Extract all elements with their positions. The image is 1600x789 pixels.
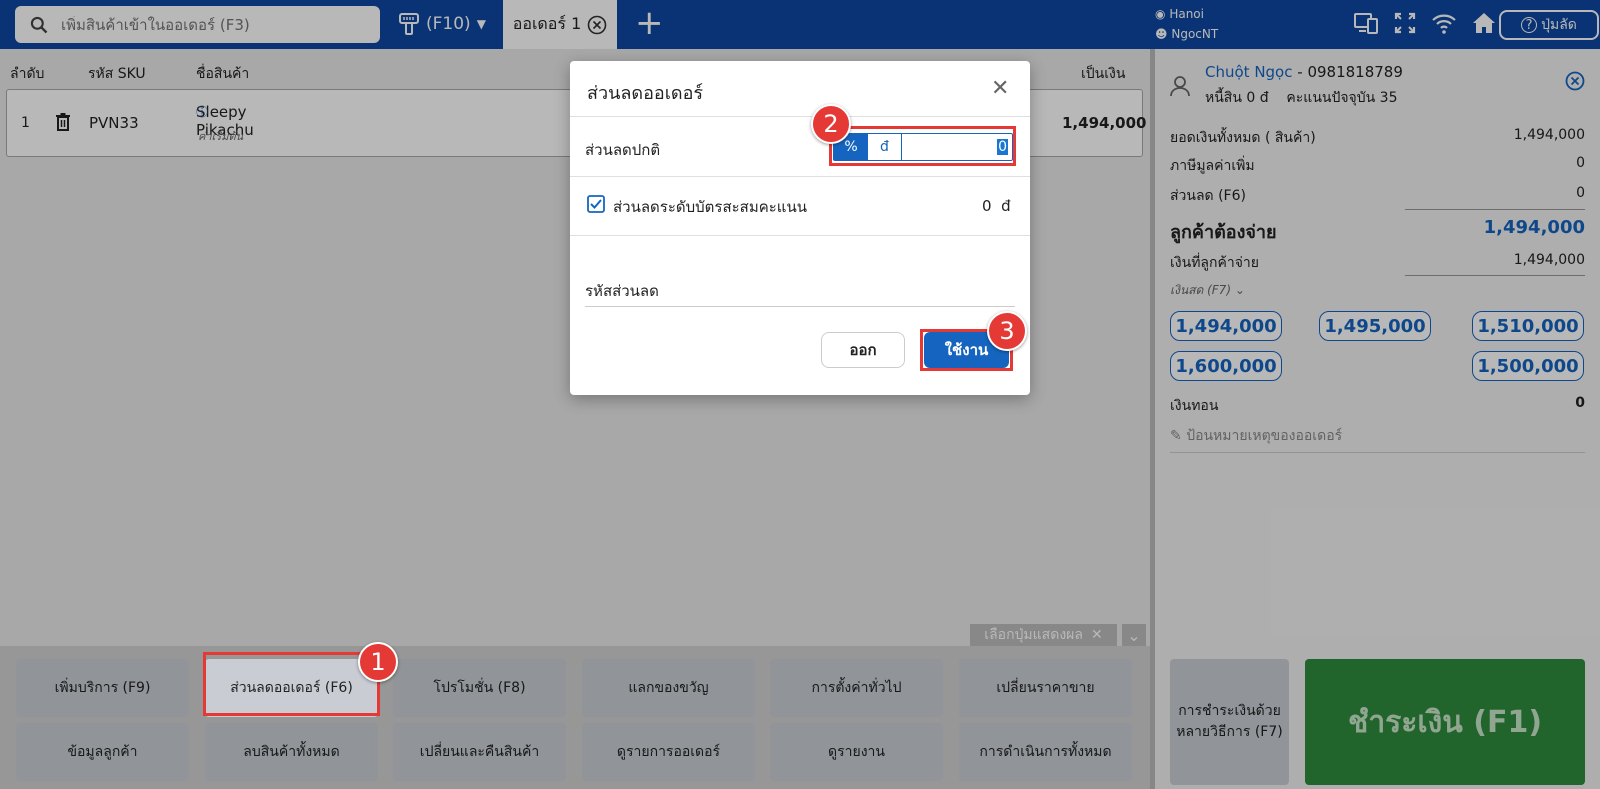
step-badge-3: 3 [987, 311, 1027, 351]
highlight-box-2 [829, 126, 1016, 166]
divider [570, 176, 1030, 177]
normal-discount-label: ส่วนลดปกติ [585, 141, 661, 159]
close-icon[interactable]: ✕ [991, 78, 1009, 100]
card-discount-checkbox[interactable] [587, 195, 605, 217]
card-value: 0 [982, 197, 992, 215]
card-discount-value: 0 đ [982, 197, 1011, 215]
discount-code-label: รหัสส่วนลด [585, 282, 659, 300]
divider [570, 235, 1030, 236]
card-discount-label: ส่วนลดระดับบัตรสะสมคะแนน [613, 198, 807, 216]
order-discount-modal: ส่วนลดออเดอร์ ✕ ส่วนลดปกติ % đ 0 ส่วนลดร… [570, 61, 1030, 395]
divider [570, 116, 1030, 117]
step-badge-1: 1 [358, 642, 398, 682]
cancel-button[interactable]: ออก [821, 332, 905, 368]
discount-code-field[interactable]: รหัสส่วนลด [585, 279, 1015, 307]
highlight-box-1 [203, 652, 380, 716]
modal-title: ส่วนลดออเดอร์ [587, 83, 704, 104]
card-unit: đ [1001, 197, 1011, 215]
step-badge-2: 2 [811, 104, 851, 144]
